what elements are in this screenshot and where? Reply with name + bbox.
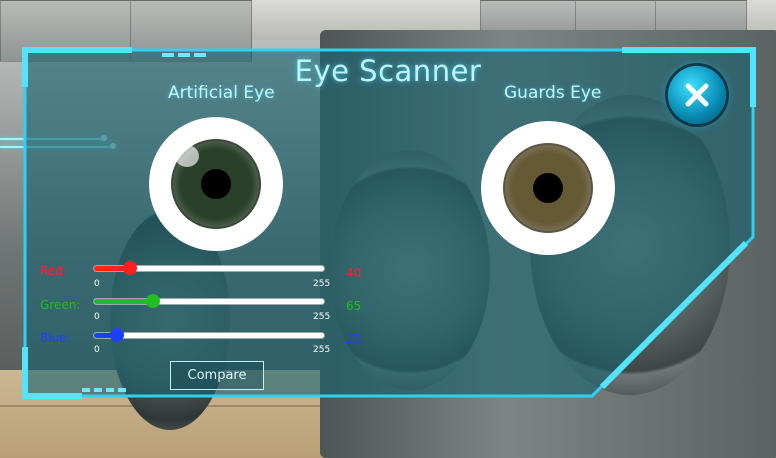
green-label: Green: [40,298,81,312]
close-button[interactable] [668,66,726,124]
green-slider-thumb[interactable] [145,294,160,308]
guards-eye [481,121,615,255]
red-label: Red: [40,264,67,278]
green-value: 65 [346,299,362,313]
blue-slider[interactable] [94,328,324,342]
green-max: 255 [313,312,331,322]
blue-label: Blue: [40,331,71,345]
red-value: 40 [346,266,362,280]
blue-max: 255 [313,345,331,355]
close-x-icon [685,83,709,107]
red-slider-thumb[interactable] [123,261,138,275]
green-min: 0 [94,312,100,322]
artificial-eye-pupil [201,169,231,199]
eye-glint [175,145,199,167]
red-max: 255 [313,279,331,289]
panel-title: Eye Scanner [294,54,482,88]
artificial-eye [149,117,283,251]
guards-eye-label: Guards Eye [504,83,602,103]
blue-slider-thumb[interactable] [109,328,124,342]
red-min: 0 [94,279,100,289]
compare-button[interactable]: Compare [170,361,264,390]
blue-value: 25 [346,332,362,346]
red-slider[interactable] [94,261,324,275]
green-slider-fill [94,299,153,304]
guards-eye-pupil [533,173,563,203]
green-slider[interactable] [94,294,324,308]
artificial-eye-label: Artificial Eye [168,83,275,103]
scanner-panel [22,47,756,399]
blue-min: 0 [94,345,100,355]
